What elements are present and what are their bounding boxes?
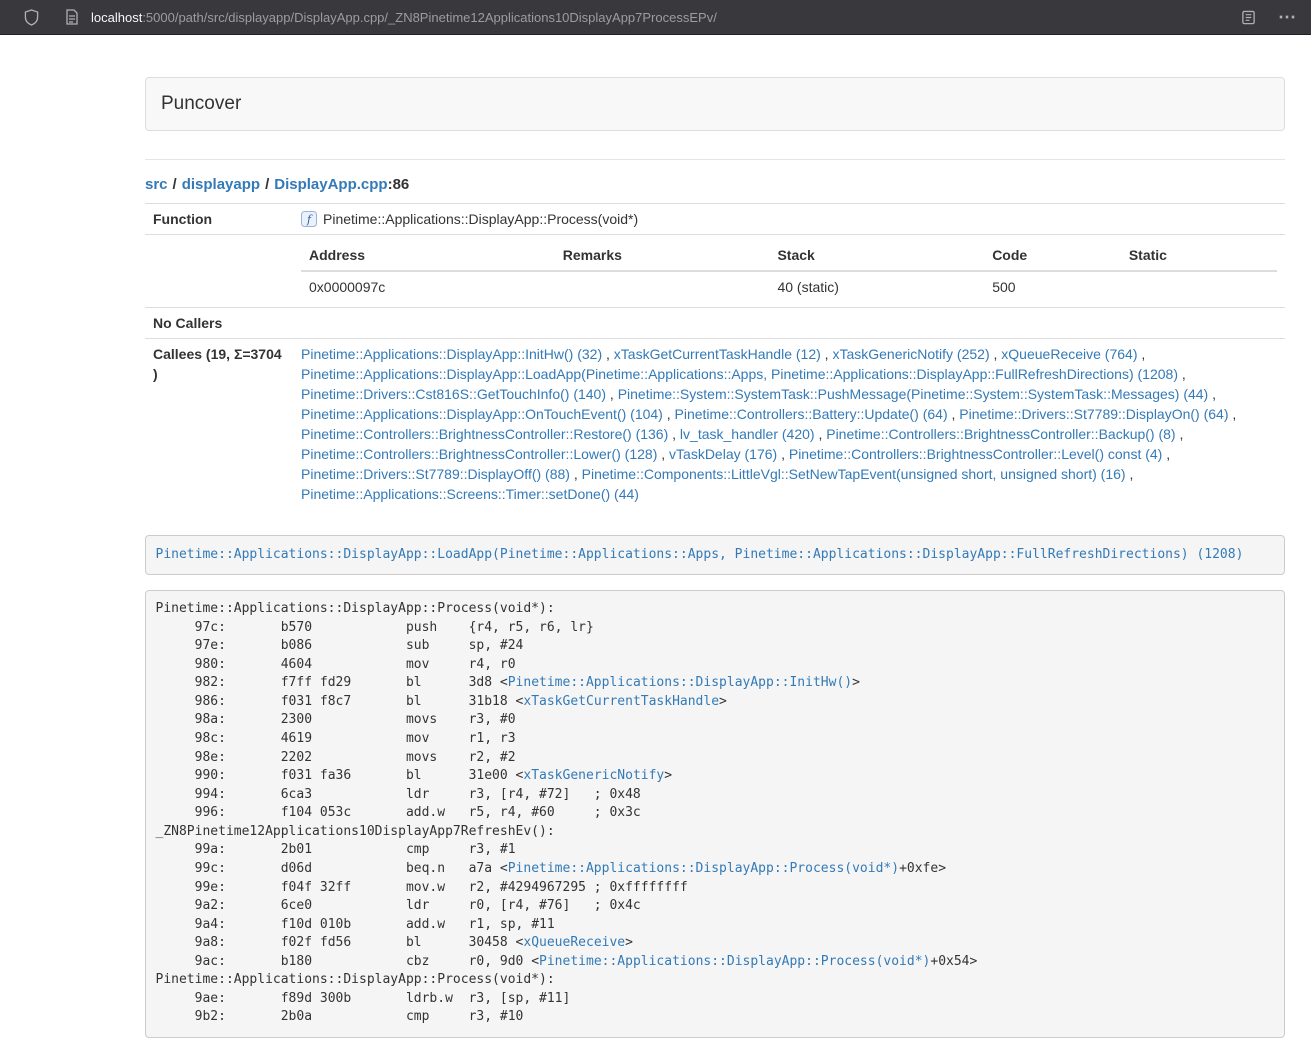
overflow-menu-icon[interactable]: ⋯: [1278, 8, 1297, 26]
callee-link[interactable]: Pinetime::Drivers::St7789::DisplayOff() …: [301, 466, 570, 482]
toolbar-right-group: ⋯: [1219, 8, 1297, 26]
function-name-cell: f Pinetime::Applications::DisplayApp::Pr…: [293, 204, 1285, 235]
detail-row: Address Remarks Stack Code Static 0x0000…: [145, 235, 1285, 308]
detail-value-row: 0x0000097c 40 (static) 500: [301, 271, 1277, 302]
breadcrumb-separator: /: [173, 176, 177, 193]
callee-link[interactable]: xTaskGetCurrentTaskHandle (12): [614, 346, 821, 362]
url-bar[interactable]: localhost:5000/path/src/displayapp/Displ…: [65, 9, 1219, 25]
breadcrumb-link-file[interactable]: DisplayApp.cpp: [274, 176, 387, 193]
function-icon: f: [301, 211, 317, 227]
url-text[interactable]: localhost:5000/path/src/displayapp/Displ…: [91, 10, 717, 25]
code-symbol-link[interactable]: xTaskGetCurrentTaskHandle: [523, 694, 719, 709]
function-overview-table: Function f Pinetime::Applications::Displ…: [145, 203, 1285, 509]
callee-link[interactable]: Pinetime::Controllers::Battery::Update()…: [675, 406, 948, 422]
tracking-shield-icon[interactable]: [24, 9, 39, 26]
code-symbol-link[interactable]: Pinetime::Applications::DisplayApp::Proc…: [539, 954, 930, 969]
static-value: [1121, 271, 1277, 302]
callee-link[interactable]: Pinetime::Controllers::BrightnessControl…: [301, 426, 668, 442]
col-address: Address: [301, 240, 555, 271]
callee-link[interactable]: xQueueReceive (764): [1001, 346, 1137, 362]
code-symbol-link[interactable]: xTaskGenericNotify: [523, 768, 664, 783]
remarks-value: [555, 271, 770, 302]
callee-link[interactable]: Pinetime::Applications::Screens::Timer::…: [301, 486, 639, 502]
app-header-panel: Puncover: [145, 77, 1285, 131]
breadcrumb-link-src[interactable]: src: [145, 176, 168, 193]
col-static: Static: [1121, 240, 1277, 271]
breadcrumb-separator: /: [265, 176, 269, 193]
no-callers-row: No Callers: [145, 308, 1285, 339]
callee-link[interactable]: Pinetime::Drivers::St7789::DisplayOn() (…: [959, 406, 1228, 422]
page-info-icon[interactable]: [65, 9, 79, 25]
code-size-value: 500: [984, 271, 1121, 302]
callee-link[interactable]: Pinetime::Controllers::BrightnessControl…: [826, 426, 1175, 442]
detail-header-row: Address Remarks Stack Code Static: [301, 240, 1277, 271]
stack-value: 40 (static): [769, 271, 984, 302]
disassembly: Pinetime::Applications::DisplayApp::Proc…: [145, 590, 1285, 1038]
callee-link[interactable]: Pinetime::Applications::DisplayApp::OnTo…: [301, 406, 663, 422]
divider: [145, 159, 1285, 160]
breadcrumb-link-displayapp[interactable]: displayapp: [182, 176, 260, 193]
page-content: Puncover src / displayapp / DisplayApp.cpp:8…: [145, 77, 1285, 1038]
callee-link[interactable]: Pinetime::Applications::DisplayApp::Load…: [301, 366, 1178, 382]
callees-row: Callees (19, Σ=3704 ) Pinetime::Applicat…: [145, 339, 1285, 510]
col-remarks: Remarks: [555, 240, 770, 271]
callee-link[interactable]: Pinetime::Drivers::Cst816S::GetTouchInfo…: [301, 386, 606, 402]
function-row-label: Function: [145, 204, 293, 235]
browser-toolbar: localhost:5000/path/src/displayapp/Displ…: [0, 0, 1311, 35]
detail-table-cell: Address Remarks Stack Code Static 0x0000…: [293, 235, 1285, 308]
callers-cell: [293, 308, 1285, 339]
callee-link[interactable]: vTaskDelay (176): [669, 446, 777, 462]
loadapp-link[interactable]: Pinetime::Applications::DisplayApp::Load…: [156, 547, 1244, 562]
function-name: Pinetime::Applications::DisplayApp::Proc…: [323, 211, 638, 227]
loadapp-highlight-box: Pinetime::Applications::DisplayApp::Load…: [145, 535, 1285, 575]
code-symbol-link[interactable]: Pinetime::Applications::DisplayApp::Proc…: [508, 861, 899, 876]
code-symbol-link[interactable]: Pinetime::Applications::DisplayApp::Init…: [508, 675, 852, 690]
url-host: localhost: [91, 10, 142, 25]
function-detail-table: Address Remarks Stack Code Static 0x0000…: [301, 240, 1277, 302]
callee-link[interactable]: Pinetime::Controllers::BrightnessControl…: [789, 446, 1162, 462]
callee-link[interactable]: Pinetime::Controllers::BrightnessControl…: [301, 446, 657, 462]
detail-row-label-empty: [145, 235, 293, 308]
breadcrumb-line-number: :86: [388, 176, 410, 193]
function-row: Function f Pinetime::Applications::Displ…: [145, 204, 1285, 235]
code-symbol-link[interactable]: xQueueReceive: [523, 935, 625, 950]
callee-link[interactable]: xTaskGenericNotify (252): [832, 346, 989, 362]
address-value: 0x0000097c: [301, 271, 555, 302]
col-stack: Stack: [769, 240, 984, 271]
callee-link[interactable]: Pinetime::Applications::DisplayApp::Init…: [301, 346, 602, 362]
app-title: Puncover: [146, 78, 1284, 130]
callee-link[interactable]: lv_task_handler (420): [680, 426, 815, 442]
reader-view-icon[interactable]: [1241, 10, 1256, 25]
callees-label: Callees (19, Σ=3704 ): [145, 339, 293, 510]
breadcrumb: src / displayapp / DisplayApp.cpp:86: [145, 176, 1285, 193]
url-path: :5000/path/src/displayapp/DisplayApp.cpp…: [142, 10, 717, 25]
callee-link[interactable]: Pinetime::System::SystemTask::PushMessag…: [618, 386, 1209, 402]
callees-cell: Pinetime::Applications::DisplayApp::Init…: [293, 339, 1285, 510]
col-code: Code: [984, 240, 1121, 271]
no-callers-label: No Callers: [145, 308, 293, 339]
callee-link[interactable]: Pinetime::Components::LittleVgl::SetNewT…: [582, 466, 1126, 482]
